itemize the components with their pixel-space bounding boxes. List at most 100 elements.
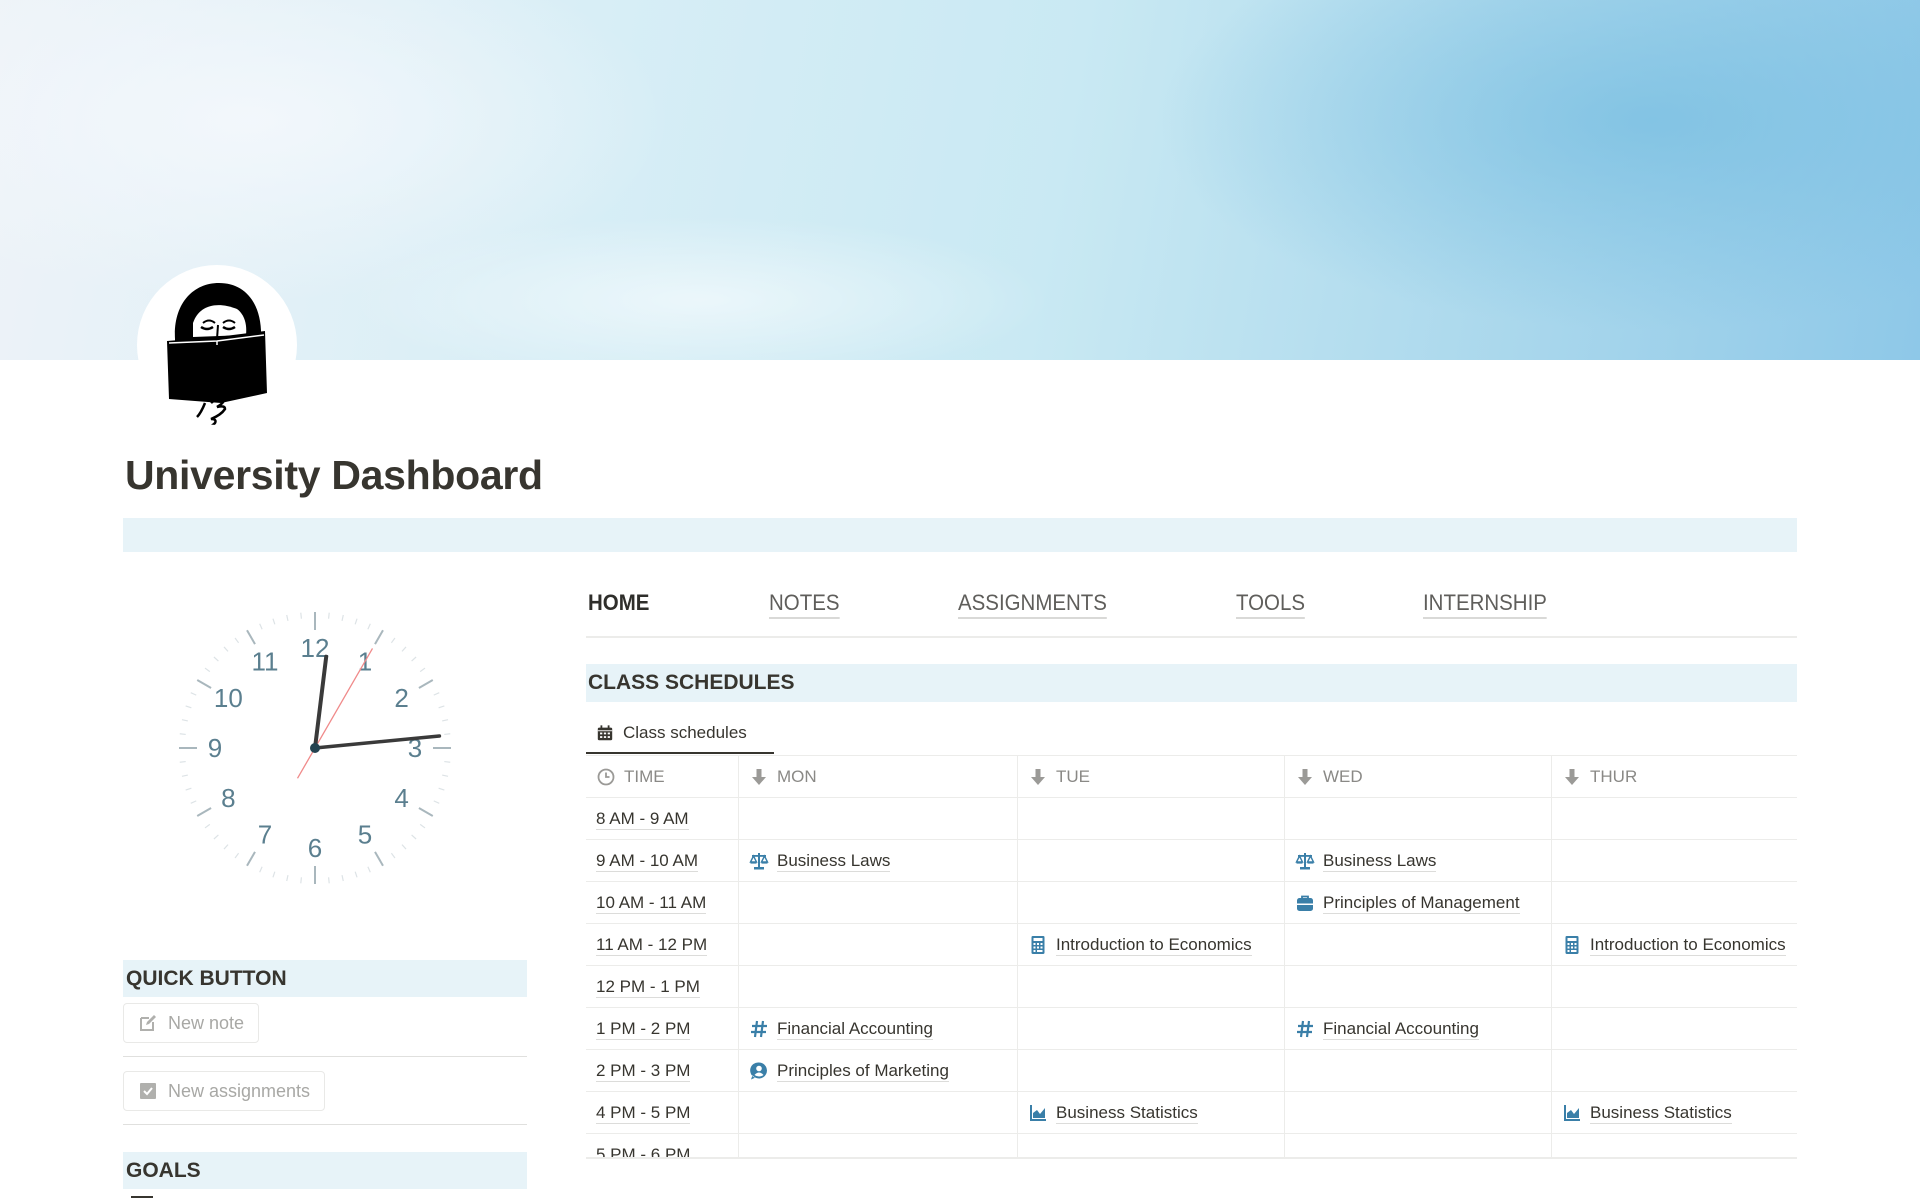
schedule-cell[interactable]: Financial Accounting	[739, 1008, 1018, 1050]
course-name: Business Laws	[777, 850, 891, 872]
schedule-cell[interactable]	[1285, 1050, 1552, 1092]
schedule-cell[interactable]	[1285, 1092, 1552, 1134]
schedule-cell[interactable]	[739, 1092, 1018, 1134]
clock-tick	[181, 774, 188, 777]
schedule-cell[interactable]	[1018, 840, 1285, 882]
tab-home[interactable]: HOME	[588, 590, 649, 619]
scale-icon	[1295, 851, 1315, 871]
schedule-cell[interactable]: Introduction to Economics	[1018, 924, 1285, 966]
schedule-cell[interactable]	[1285, 966, 1552, 1008]
schedule-cell[interactable]	[1552, 966, 1797, 1008]
clock-tick	[401, 646, 407, 652]
schedule-cell[interactable]	[739, 798, 1018, 840]
schedule-cell[interactable]	[1552, 798, 1797, 840]
schedule-cell[interactable]	[739, 966, 1018, 1008]
time-cell[interactable]: 2 PM - 3 PM	[586, 1050, 739, 1092]
course-link[interactable]: Principles of Management	[1295, 893, 1520, 914]
course-link[interactable]: Business Statistics	[1028, 1103, 1198, 1124]
course-name: Business Statistics	[1590, 1102, 1732, 1124]
column-header-label: TUE	[1056, 767, 1090, 786]
arrow-down-icon	[1028, 767, 1048, 787]
time-slot-label: 11 AM - 12 PM	[596, 934, 708, 956]
column-header-time[interactable]: TIME	[586, 756, 739, 798]
clock-tick	[433, 800, 440, 804]
column-header-tue[interactable]: TUE	[1018, 756, 1285, 798]
schedule-cell[interactable]: Business Statistics	[1018, 1092, 1285, 1134]
time-cell[interactable]: 1 PM - 2 PM	[586, 1008, 739, 1050]
schedule-cell[interactable]: Business Laws	[739, 840, 1018, 882]
schedule-cell[interactable]: Principles of Management	[1285, 882, 1552, 924]
schedule-cell[interactable]	[1285, 798, 1552, 840]
course-link[interactable]: Financial Accounting	[1295, 1019, 1479, 1040]
course-link[interactable]: Introduction to Economics	[1562, 935, 1786, 956]
time-cell[interactable]: 5 PM - 6 PM	[586, 1134, 739, 1157]
clock-tick	[234, 637, 240, 644]
clock-tick	[213, 656, 219, 662]
course-link[interactable]: Financial Accounting	[749, 1019, 933, 1040]
new-assignments-button[interactable]: New assignments	[123, 1071, 326, 1111]
clock-tick	[433, 692, 440, 696]
schedule-cell[interactable]	[1552, 882, 1797, 924]
hashtag-icon	[749, 1019, 769, 1039]
clock-tick	[190, 800, 197, 804]
page-icon-avatar[interactable]	[137, 265, 297, 425]
schedule-cell[interactable]	[739, 924, 1018, 966]
clock-tick	[272, 871, 276, 878]
clock-tick	[327, 612, 330, 619]
clock-tick	[300, 612, 303, 619]
time-cell[interactable]: 10 AM - 11 AM	[586, 882, 739, 924]
divider	[123, 1056, 527, 1057]
tab-assignments[interactable]: ASSIGNMENTS	[958, 590, 1107, 619]
time-slot-label: 10 AM - 11 AM	[596, 892, 707, 914]
tab-notes[interactable]: NOTES	[769, 590, 840, 619]
course-link[interactable]: Introduction to Economics	[1028, 935, 1252, 956]
schedule-cell[interactable]	[1285, 924, 1552, 966]
column-header-thur[interactable]: THUR	[1552, 756, 1797, 798]
schedule-cell[interactable]	[1018, 798, 1285, 840]
clock-tick	[181, 719, 188, 722]
clock-second-hand	[296, 648, 374, 779]
schedule-cell[interactable]	[1552, 840, 1797, 882]
clock-tick	[259, 866, 263, 873]
time-cell[interactable]: 11 AM - 12 PM	[586, 924, 739, 966]
tab-internship[interactable]: INTERNSHIP	[1423, 590, 1547, 619]
schedule-cell[interactable]: Principles of Marketing	[739, 1050, 1018, 1092]
time-cell[interactable]: 12 PM - 1 PM	[586, 966, 739, 1008]
time-cell[interactable]: 4 PM - 5 PM	[586, 1092, 739, 1134]
column-header-label: WED	[1323, 767, 1363, 786]
schedule-cell[interactable]: Financial Accounting	[1285, 1008, 1552, 1050]
schedule-cell[interactable]	[1018, 1134, 1285, 1157]
class-schedule-table: TIME MON TUE WED THUR 8 AM - 9 AM 9 AM - 10 AM…	[586, 756, 1797, 1159]
clock-tick	[438, 705, 445, 709]
schedule-cell[interactable]	[1552, 1050, 1797, 1092]
course-name: Business Laws	[1323, 850, 1437, 872]
schedule-cell[interactable]	[1552, 1008, 1797, 1050]
schedule-cell[interactable]	[1018, 966, 1285, 1008]
clock-tick	[234, 852, 240, 859]
time-cell[interactable]: 8 AM - 9 AM	[586, 798, 739, 840]
clock-numeral: 4	[394, 783, 408, 813]
view-tab-class-schedules[interactable]: Class schedules	[586, 714, 774, 754]
schedule-cell[interactable]: Business Laws	[1285, 840, 1552, 882]
course-link[interactable]: Principles of Marketing	[749, 1061, 949, 1082]
schedule-cell[interactable]	[1552, 1134, 1797, 1157]
new-note-button[interactable]: New note	[123, 1003, 260, 1043]
schedule-cell[interactable]: Business Statistics	[1552, 1092, 1797, 1134]
schedule-cell[interactable]	[1285, 1134, 1552, 1157]
schedule-cell[interactable]	[739, 882, 1018, 924]
course-link[interactable]: Business Statistics	[1562, 1103, 1732, 1124]
tab-tools[interactable]: TOOLS	[1236, 590, 1305, 619]
course-link[interactable]: Business Laws	[1295, 850, 1437, 872]
column-header-wed[interactable]: WED	[1285, 756, 1552, 798]
analog-clock-widget: 121234567891011	[179, 612, 451, 884]
course-link[interactable]: Business Laws	[749, 850, 891, 872]
schedule-cell[interactable]	[739, 1134, 1018, 1157]
schedule-cell[interactable]	[1018, 1008, 1285, 1050]
schedule-cell[interactable]	[1018, 882, 1285, 924]
clock-tick	[286, 614, 289, 621]
schedule-cell[interactable]: Introduction to Economics	[1552, 924, 1797, 966]
schedule-cell[interactable]	[1018, 1050, 1285, 1092]
column-header-mon[interactable]: MON	[739, 756, 1018, 798]
time-cell[interactable]: 9 AM - 10 AM	[586, 840, 739, 882]
clock-tick	[272, 618, 276, 625]
